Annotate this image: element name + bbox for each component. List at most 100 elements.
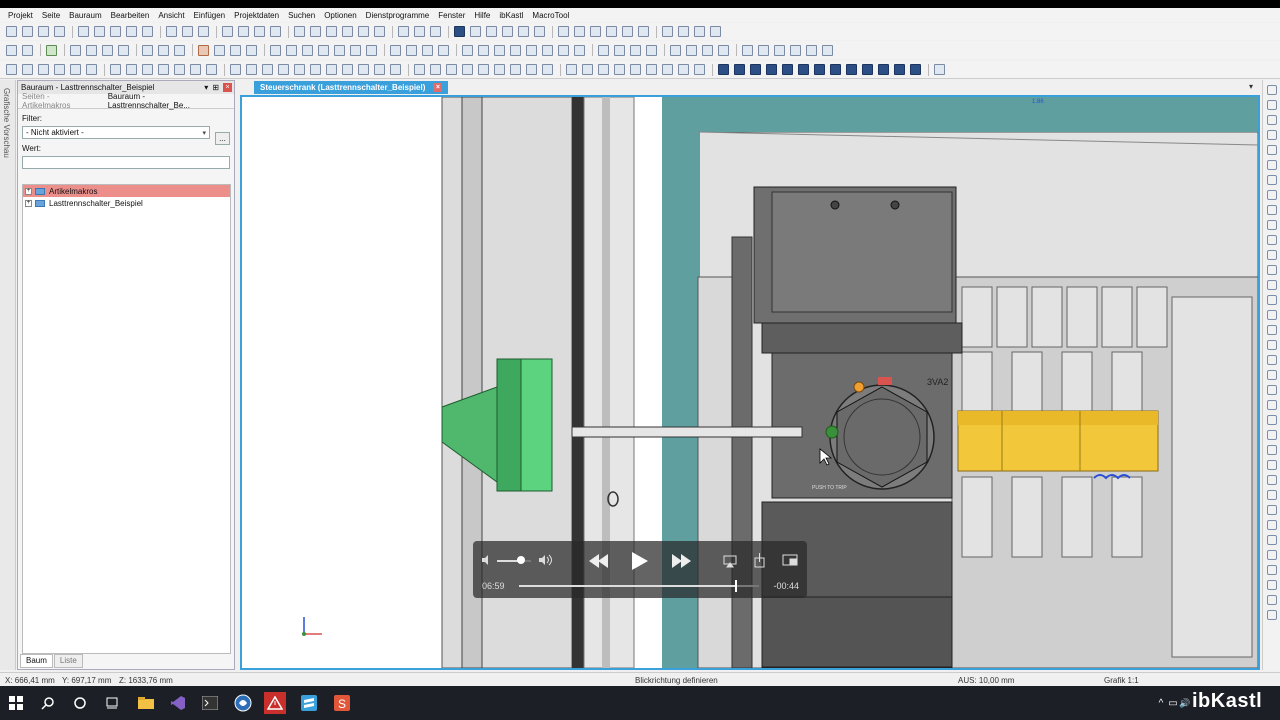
toolbar-tool-icon[interactable] [534,26,545,37]
toolbar-tool-icon[interactable] [246,64,257,75]
menu-item-einfuegen[interactable]: Einfügen [194,11,226,20]
toolbar-tool-icon[interactable] [822,44,833,56]
menu-item-bauraum[interactable]: Bauraum [69,11,101,20]
draw-tool-icon[interactable] [1266,145,1277,155]
toolbar-tool-icon[interactable] [254,26,265,37]
toolbar-tool-icon[interactable] [678,64,689,75]
toolbar-tool-icon[interactable] [694,26,705,37]
toolbar-tool-icon[interactable] [862,64,873,75]
toolbar-tool-icon[interactable] [294,26,305,37]
toolbar-tool-icon[interactable] [766,64,777,75]
menu-item-dienstprogramme[interactable]: Dienstprogramme [366,11,430,20]
toolbar-tool-icon[interactable] [478,64,489,75]
sublime-icon[interactable] [298,692,320,714]
volume-slider[interactable] [497,556,531,564]
toolbar-tool-icon[interactable] [86,44,97,56]
graphic-preview-rail[interactable]: Grafische Vorschau [0,80,16,670]
toolbar-tool-icon[interactable] [558,44,569,56]
panel-close-icon[interactable]: × [223,83,232,92]
search-icon[interactable] [37,692,59,714]
terminal-icon[interactable] [199,692,221,714]
value-input[interactable] [22,156,230,169]
toolbar-tool-icon[interactable] [454,26,465,37]
toolbar-tool-icon[interactable] [518,26,529,37]
toolbar-tool-icon[interactable] [110,64,121,75]
toolbar-tool-icon[interactable] [742,44,753,56]
eplan-icon[interactable] [232,692,254,714]
tree-item-artikelmakros[interactable]: + Artikelmakros [23,185,230,197]
toolbar-tool-icon[interactable] [142,64,153,75]
toolbar-tool-icon[interactable] [22,26,33,37]
panel-menu-icon[interactable]: ▾ [204,83,208,92]
toolbar-tool-icon[interactable] [390,44,401,56]
draw-tool-icon[interactable] [1266,220,1277,230]
toolbar-tool-icon[interactable] [646,44,657,56]
toolbar-tool-icon[interactable] [702,44,713,56]
toolbar-tool-icon[interactable] [158,44,169,56]
toolbar-tool-icon[interactable] [646,64,657,75]
close-icon[interactable]: × [433,83,443,92]
toolbar-tool-icon[interactable] [358,26,369,37]
toolbar-tool-icon[interactable] [934,64,945,75]
draw-tool-icon[interactable] [1266,445,1277,455]
toolbar-tool-icon[interactable] [590,26,601,37]
toolbar-tool-icon[interactable] [230,64,241,75]
menu-item-macrotool[interactable]: MacroTool [532,11,569,20]
draw-tool-icon[interactable] [1266,310,1277,320]
draw-tool-icon[interactable] [1266,325,1277,335]
panel-pin-icon[interactable]: ⊞ [212,83,219,92]
draw-tool-icon[interactable] [1266,520,1277,530]
volume-knob[interactable] [516,556,525,564]
toolbar-tool-icon[interactable] [6,44,17,56]
toolbar-tool-icon[interactable] [422,44,433,56]
toolbar-tool-icon[interactable] [718,64,729,75]
toolbar-tool-icon[interactable] [774,44,785,56]
toolbar-tool-icon[interactable] [142,26,153,37]
draw-tool-icon[interactable] [1266,565,1277,575]
toolbar-tool-icon[interactable] [446,64,457,75]
toolbar-tool-icon[interactable] [598,64,609,75]
draw-tool-icon[interactable] [1266,265,1277,275]
draw-tool-icon[interactable] [1266,490,1277,500]
share-icon[interactable] [754,553,765,568]
toolbar-tool-icon[interactable] [246,44,257,56]
menu-item-projektdaten[interactable]: Projektdaten [234,11,279,20]
draw-tool-icon[interactable] [1266,415,1277,425]
volume-max-icon[interactable] [539,554,552,566]
scrub-knob[interactable] [734,580,737,592]
draw-tool-icon[interactable] [1266,100,1277,110]
toolbar-tool-icon[interactable] [94,26,105,37]
expand-icon[interactable]: + [25,199,32,207]
toolbar-tool-icon[interactable] [830,64,841,75]
toolbar-tool-icon[interactable] [182,26,193,37]
task-view-icon[interactable] [101,692,123,714]
draw-tool-icon[interactable] [1266,355,1277,365]
toolbar-tool-icon[interactable] [198,44,209,56]
draw-tool-icon[interactable] [1266,610,1277,620]
toolbar-tool-icon[interactable] [502,26,513,37]
airplay-icon[interactable] [723,555,737,568]
toolbar-tool-icon[interactable] [374,26,385,37]
toolbar-tool-icon[interactable] [574,44,585,56]
toolbar-tool-icon[interactable] [462,64,473,75]
toolbar-tool-icon[interactable] [334,44,345,56]
toolbar-tool-icon[interactable] [462,44,473,56]
toolbar-tool-icon[interactable] [310,26,321,37]
menu-item-bearbeiten[interactable]: Bearbeiten [111,11,150,20]
toolbar-tool-icon[interactable] [190,64,201,75]
toolbar-tool-icon[interactable] [782,64,793,75]
toolbar-tool-icon[interactable] [222,26,233,37]
toolbar-tool-icon[interactable] [342,64,353,75]
expand-icon[interactable]: + [25,187,32,195]
menu-item-ansicht[interactable]: Ansicht [158,11,184,20]
draw-tool-icon[interactable] [1266,580,1277,590]
toolbar-tool-icon[interactable] [638,26,649,37]
toolbar-tool-icon[interactable] [718,44,729,56]
toolbar-tool-icon[interactable] [494,44,505,56]
draw-tool-icon[interactable] [1266,370,1277,380]
toolbar-tool-icon[interactable] [86,64,97,75]
toolbar-tool-icon[interactable] [430,26,441,37]
windows-start-icon[interactable] [5,692,27,714]
filter-select[interactable]: - Nicht aktiviert - ▾ [22,126,210,139]
toolbar-tool-icon[interactable] [622,26,633,37]
